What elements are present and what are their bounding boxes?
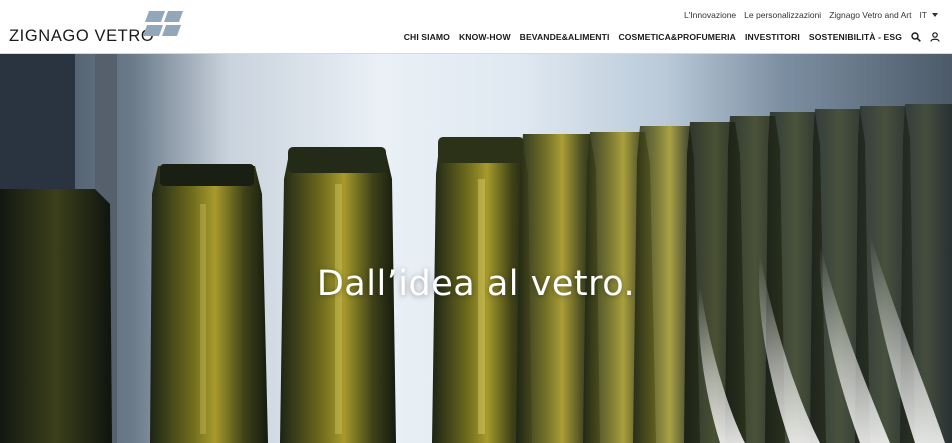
- nav-item-know-how[interactable]: KNOW-HOW: [459, 32, 511, 42]
- nav-item-bevande-alimenti[interactable]: BEVANDE&ALIMENTI: [520, 32, 610, 42]
- link-innovation[interactable]: L'Innovazione: [684, 10, 736, 20]
- brand-logo[interactable]: ZIGNAGO VETRO: [9, 11, 189, 47]
- link-art[interactable]: Zignago Vetro and Art: [829, 10, 911, 20]
- nav-item-sostenibilita[interactable]: SOSTENIBILITÀ - ESG: [809, 32, 902, 42]
- bottles-image: [0, 54, 952, 443]
- zignago-mark-icon: [143, 11, 183, 36]
- nav-item-cosmetica-profumeria[interactable]: COSMETICA&PROFUMERIA: [618, 32, 736, 42]
- nav-item-chi-siamo[interactable]: CHI SIAMO: [404, 32, 450, 42]
- hero-title: Dall’idea al vetro.: [316, 264, 636, 304]
- language-selector[interactable]: IT: [919, 10, 938, 20]
- language-label: IT: [919, 10, 927, 20]
- link-customization[interactable]: Le personalizzazioni: [744, 10, 821, 20]
- nav-item-investitori[interactable]: INVESTITORI: [745, 32, 800, 42]
- site-header: ZIGNAGO VETRO L'Innovazione Le personali…: [0, 0, 952, 54]
- hero-banner: Dall’idea al vetro.: [0, 54, 952, 443]
- utility-nav: L'Innovazione Le personalizzazioni Zigna…: [684, 10, 938, 20]
- user-icon[interactable]: [930, 32, 940, 42]
- chevron-down-icon: [932, 13, 938, 17]
- main-nav: CHI SIAMO KNOW-HOW BEVANDE&ALIMENTI COSM…: [404, 32, 940, 42]
- search-icon[interactable]: [911, 32, 921, 42]
- brand-name: ZIGNAGO VETRO: [9, 27, 155, 45]
